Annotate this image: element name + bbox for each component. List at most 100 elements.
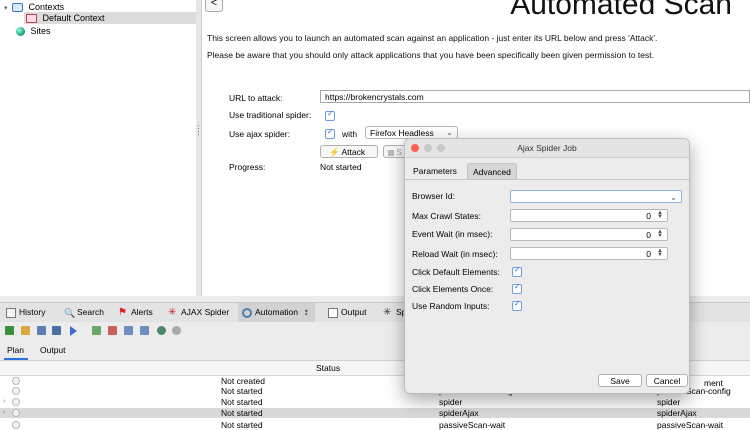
random-inputs-label: Use Random Inputs: bbox=[412, 301, 490, 311]
row-name: spider bbox=[439, 397, 463, 407]
tab-automation[interactable]: Automation ❢ bbox=[238, 303, 316, 322]
globe-icon bbox=[16, 27, 25, 37]
tab-advanced[interactable]: Advanced bbox=[467, 163, 517, 180]
row-type: spiderAjax bbox=[657, 408, 697, 418]
row-type: passiveScan-wait bbox=[657, 420, 724, 430]
new-plan-icon[interactable] bbox=[5, 326, 14, 335]
tab-ajax-spider[interactable]: ✳ AJAX Spider bbox=[168, 303, 229, 322]
row-name: passiveScan-wait bbox=[439, 420, 506, 430]
cancel-button[interactable]: Cancel bbox=[646, 374, 688, 387]
table-row[interactable]: › Not started spider spider bbox=[0, 397, 750, 407]
attack-button[interactable]: ⚡ Attack bbox=[320, 145, 378, 158]
tab-output[interactable]: Output bbox=[328, 303, 367, 322]
tree-item-label: Sites bbox=[30, 26, 51, 36]
tab-alerts[interactable]: ⚑ Alerts bbox=[118, 303, 153, 322]
reload-wait-label: Reload Wait (in msec): bbox=[412, 249, 498, 259]
tab-label: Search bbox=[77, 307, 104, 317]
max-crawl-states-value: 0 bbox=[646, 211, 651, 221]
status-icon bbox=[12, 377, 20, 385]
folder-icon bbox=[12, 3, 24, 13]
url-input[interactable]: https://brokencrystals.com bbox=[320, 90, 750, 103]
subtab-plan[interactable]: Plan bbox=[7, 342, 24, 359]
chevron-down-icon[interactable]: ▾ bbox=[4, 5, 8, 12]
max-crawl-states-label: Max Crawl States: bbox=[412, 211, 481, 221]
tab-label: Alerts bbox=[131, 307, 153, 317]
run-plan-icon[interactable] bbox=[70, 326, 77, 336]
chevron-right-icon[interactable]: › bbox=[3, 397, 5, 407]
lightning-icon: ⚡ bbox=[329, 147, 340, 157]
event-wait-input[interactable]: 0 ▲ ▼ bbox=[510, 228, 668, 241]
move-down-icon[interactable] bbox=[140, 326, 149, 335]
max-crawl-states-input[interactable]: 0 ▲ ▼ bbox=[510, 209, 668, 222]
maximize-window-icon[interactable] bbox=[437, 144, 445, 152]
row-status: Not started bbox=[221, 408, 263, 418]
spider-icon: ✳ bbox=[168, 306, 177, 318]
save-button[interactable]: Save bbox=[598, 374, 642, 387]
ajax-spider-label: Use ajax spider: bbox=[229, 129, 290, 139]
tab-label: Output bbox=[341, 307, 367, 317]
tab-label: AJAX Spider bbox=[181, 307, 230, 317]
spinner-icon[interactable]: ▲ ▼ bbox=[656, 248, 664, 258]
remove-job-icon[interactable] bbox=[108, 326, 117, 335]
pin-icon[interactable]: ❢ bbox=[303, 310, 309, 317]
save-as-icon[interactable] bbox=[52, 326, 61, 335]
save-plan-icon[interactable] bbox=[37, 326, 46, 335]
attack-button-label: Attack bbox=[341, 147, 366, 157]
close-window-icon[interactable] bbox=[411, 144, 419, 152]
click-once-label: Click Elements Once: bbox=[412, 284, 494, 294]
event-wait-value: 0 bbox=[646, 230, 651, 240]
status-icon bbox=[12, 409, 20, 417]
back-button[interactable]: < bbox=[205, 0, 223, 12]
move-up-icon[interactable] bbox=[124, 326, 133, 335]
traditional-spider-checkbox[interactable] bbox=[325, 109, 335, 121]
add-job-icon[interactable] bbox=[92, 326, 101, 335]
document-icon bbox=[328, 307, 338, 318]
tab-parameters[interactable]: Parameters bbox=[408, 163, 462, 179]
tab-label: Automation bbox=[255, 307, 298, 317]
spinner-icon[interactable]: ▲ ▼ bbox=[656, 210, 664, 220]
tree-item-label: Default Context bbox=[42, 13, 105, 23]
table-row[interactable]: Not started passiveScan-wait passiveScan… bbox=[0, 420, 750, 430]
stop-icon bbox=[388, 149, 394, 156]
event-wait-label: Event Wait (in msec): bbox=[412, 229, 493, 239]
subtab-output[interactable]: Output bbox=[40, 342, 66, 359]
status-icon bbox=[12, 421, 20, 429]
warning-text: Please be aware that you should only att… bbox=[207, 50, 654, 60]
traditional-spider-label: Use traditional spider: bbox=[229, 110, 312, 120]
open-plan-icon[interactable] bbox=[21, 326, 30, 335]
row-status: Not created bbox=[221, 376, 265, 386]
dialog-title-bar[interactable]: Ajax Spider Job bbox=[405, 139, 689, 158]
environment-icon[interactable] bbox=[157, 326, 166, 335]
spinner-icon[interactable]: ▲ ▼ bbox=[656, 229, 664, 239]
search-icon: 🔍 bbox=[64, 307, 76, 318]
click-default-label: Click Default Elements: bbox=[412, 267, 500, 277]
reload-wait-input[interactable]: 0 ▲ ▼ bbox=[510, 247, 668, 260]
random-inputs-checkbox[interactable] bbox=[512, 299, 522, 311]
tree-item-default-context[interactable]: Default Context bbox=[24, 12, 196, 24]
spider-icon: ✳ bbox=[383, 306, 392, 318]
reload-wait-value: 0 bbox=[646, 249, 651, 259]
click-default-checkbox[interactable] bbox=[512, 265, 522, 277]
minimize-window-icon[interactable] bbox=[424, 144, 432, 152]
column-header-status[interactable]: Status bbox=[316, 363, 340, 373]
tab-history[interactable]: History bbox=[6, 303, 45, 322]
tree-item-sites[interactable]: Sites bbox=[16, 25, 51, 37]
tree-item-label: Contexts bbox=[28, 2, 65, 12]
status-icon bbox=[12, 387, 20, 395]
stop-button-label: S bbox=[396, 147, 403, 157]
row-status: Not started bbox=[221, 386, 263, 396]
table-row-selected[interactable]: › Not started spiderAjax spiderAjax bbox=[0, 408, 750, 418]
row-status: Not started bbox=[221, 420, 263, 430]
active-subtab-indicator bbox=[4, 358, 28, 360]
browser-id-select[interactable]: ⌄ bbox=[510, 190, 682, 203]
options-icon[interactable] bbox=[172, 326, 181, 335]
tab-search[interactable]: 🔍 Search bbox=[64, 303, 104, 322]
status-icon bbox=[12, 398, 20, 406]
ajax-spider-checkbox[interactable] bbox=[325, 127, 335, 139]
tab-spider[interactable]: ✳ Sp bbox=[383, 303, 406, 322]
row-status: Not started bbox=[221, 397, 263, 407]
click-once-checkbox[interactable] bbox=[512, 282, 522, 294]
tab-label: History bbox=[19, 307, 46, 317]
chevron-right-icon[interactable]: › bbox=[3, 408, 5, 418]
dialog-title: Ajax Spider Job bbox=[517, 143, 577, 153]
